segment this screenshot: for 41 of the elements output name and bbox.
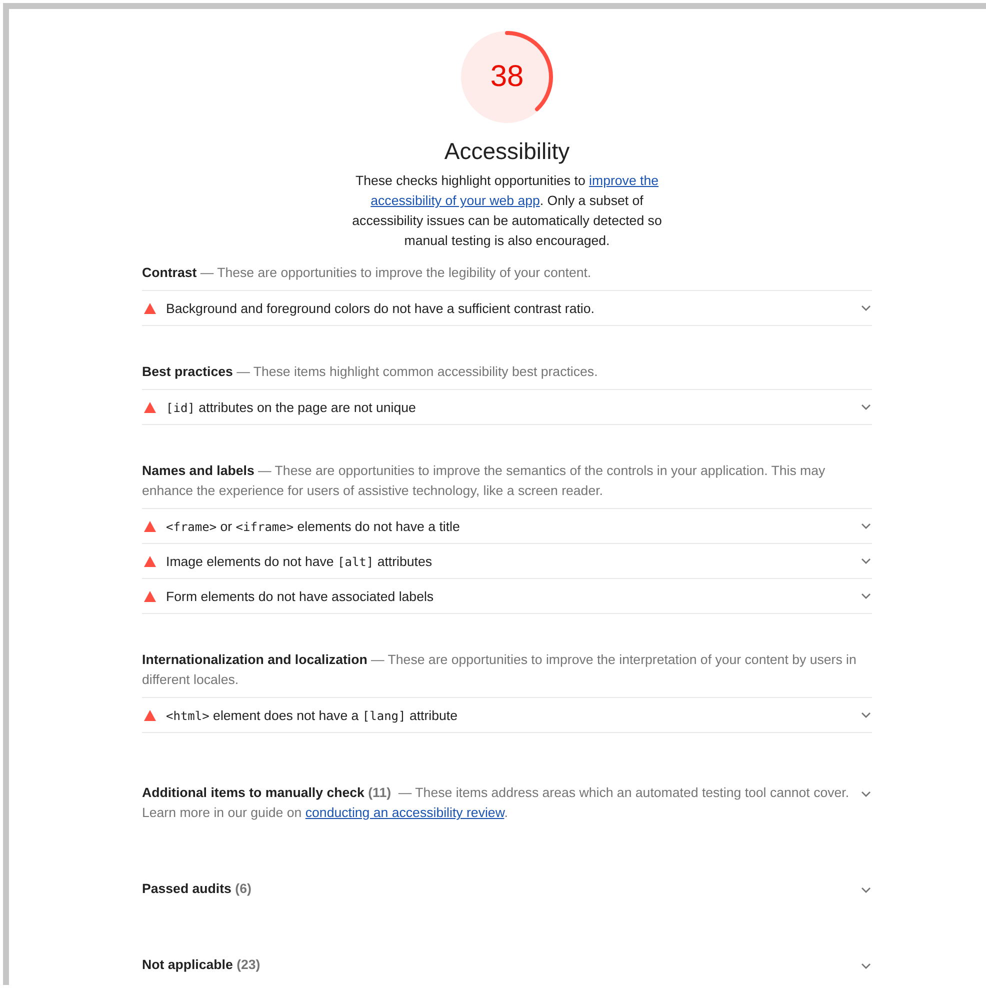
description-link[interactable]: improve the bbox=[589, 173, 659, 188]
audit-title: <frame> or <iframe> elements do not have a title bbox=[166, 518, 461, 534]
chevron-icon[interactable] bbox=[861, 523, 871, 529]
triangle-icon bbox=[144, 302, 156, 314]
group-note: Learn more in our guide on conducting an accessibility review. bbox=[142, 804, 509, 822]
audit-title: <html> element does not have a [lang] attribute bbox=[166, 708, 458, 722]
group-header[interactable]: Passed audits (6) bbox=[142, 879, 855, 899]
group-header[interactable]: Additional items to manually check (11) — These items address areas which an automated testing tool cannot cover. bbox=[142, 783, 855, 803]
review-link[interactable]: conducting an accessibility review bbox=[305, 805, 504, 820]
audit-row[interactable]: [id] attributes on the page are not unique bbox=[142, 389, 872, 425]
audit-title: Form elements do not have associated labels bbox=[166, 588, 435, 604]
group-header: Best practices — These items highlight common accessibility best practices. bbox=[142, 363, 599, 381]
audit-row[interactable]: Background and foreground colors do not have a sufficient contrast ratio. bbox=[142, 290, 872, 326]
chevron-icon[interactable] bbox=[861, 712, 871, 718]
chevron-icon[interactable] bbox=[861, 305, 871, 311]
group-header[interactable]: Not applicable (23) bbox=[142, 955, 855, 975]
chevron-icon[interactable] bbox=[861, 887, 871, 893]
category-title: Accessibility bbox=[444, 137, 570, 165]
audit-row[interactable]: <frame> or <iframe> elements do not have a title bbox=[142, 508, 872, 543]
triangle-icon bbox=[144, 556, 156, 566]
triangle-icon bbox=[144, 590, 156, 602]
chevron-icon[interactable] bbox=[861, 791, 871, 797]
triangle-icon bbox=[144, 520, 156, 532]
chevron-icon[interactable] bbox=[861, 963, 871, 969]
score-value: 38 bbox=[489, 61, 525, 93]
description-link[interactable]: accessibility of your web app bbox=[370, 193, 540, 208]
group-header: Contrast — These are opportunities to improve the legibility of your content. bbox=[142, 264, 592, 282]
chevron-icon[interactable] bbox=[861, 593, 871, 599]
audit-title: Image elements do not have [alt] attributes bbox=[166, 554, 434, 568]
chevron-icon[interactable] bbox=[861, 404, 871, 410]
triangle-icon bbox=[144, 402, 156, 412]
chevron-icon[interactable] bbox=[861, 558, 871, 564]
audit-title: [id] attributes on the page are not unique bbox=[166, 400, 417, 414]
audit-row[interactable]: Image elements do not have [alt] attributes bbox=[142, 543, 872, 578]
audit-row[interactable]: <html> element does not have a [lang] attribute bbox=[142, 697, 872, 733]
audit-row[interactable]: Form elements do not have associated labels bbox=[142, 578, 872, 614]
triangle-icon bbox=[144, 710, 156, 720]
group-header: Names and labels — These are opportunities to improve the semantics of the controls in your application. This may enhance the experience for users of assistive technology, like a screen reader. bbox=[142, 462, 826, 500]
group-header: Internationalization and localization — These are opportunities to improve the interpretation of your content by users in different locales. bbox=[142, 651, 858, 689]
audit-title: Background and foreground colors do not have a sufficient contrast ratio. bbox=[166, 300, 596, 316]
category-description: These checks highlight opportunities to improve the accessibility of your web app. Only a subset of accessibility issues can be automatically detected so manual testing is also encouraged. bbox=[351, 172, 663, 250]
